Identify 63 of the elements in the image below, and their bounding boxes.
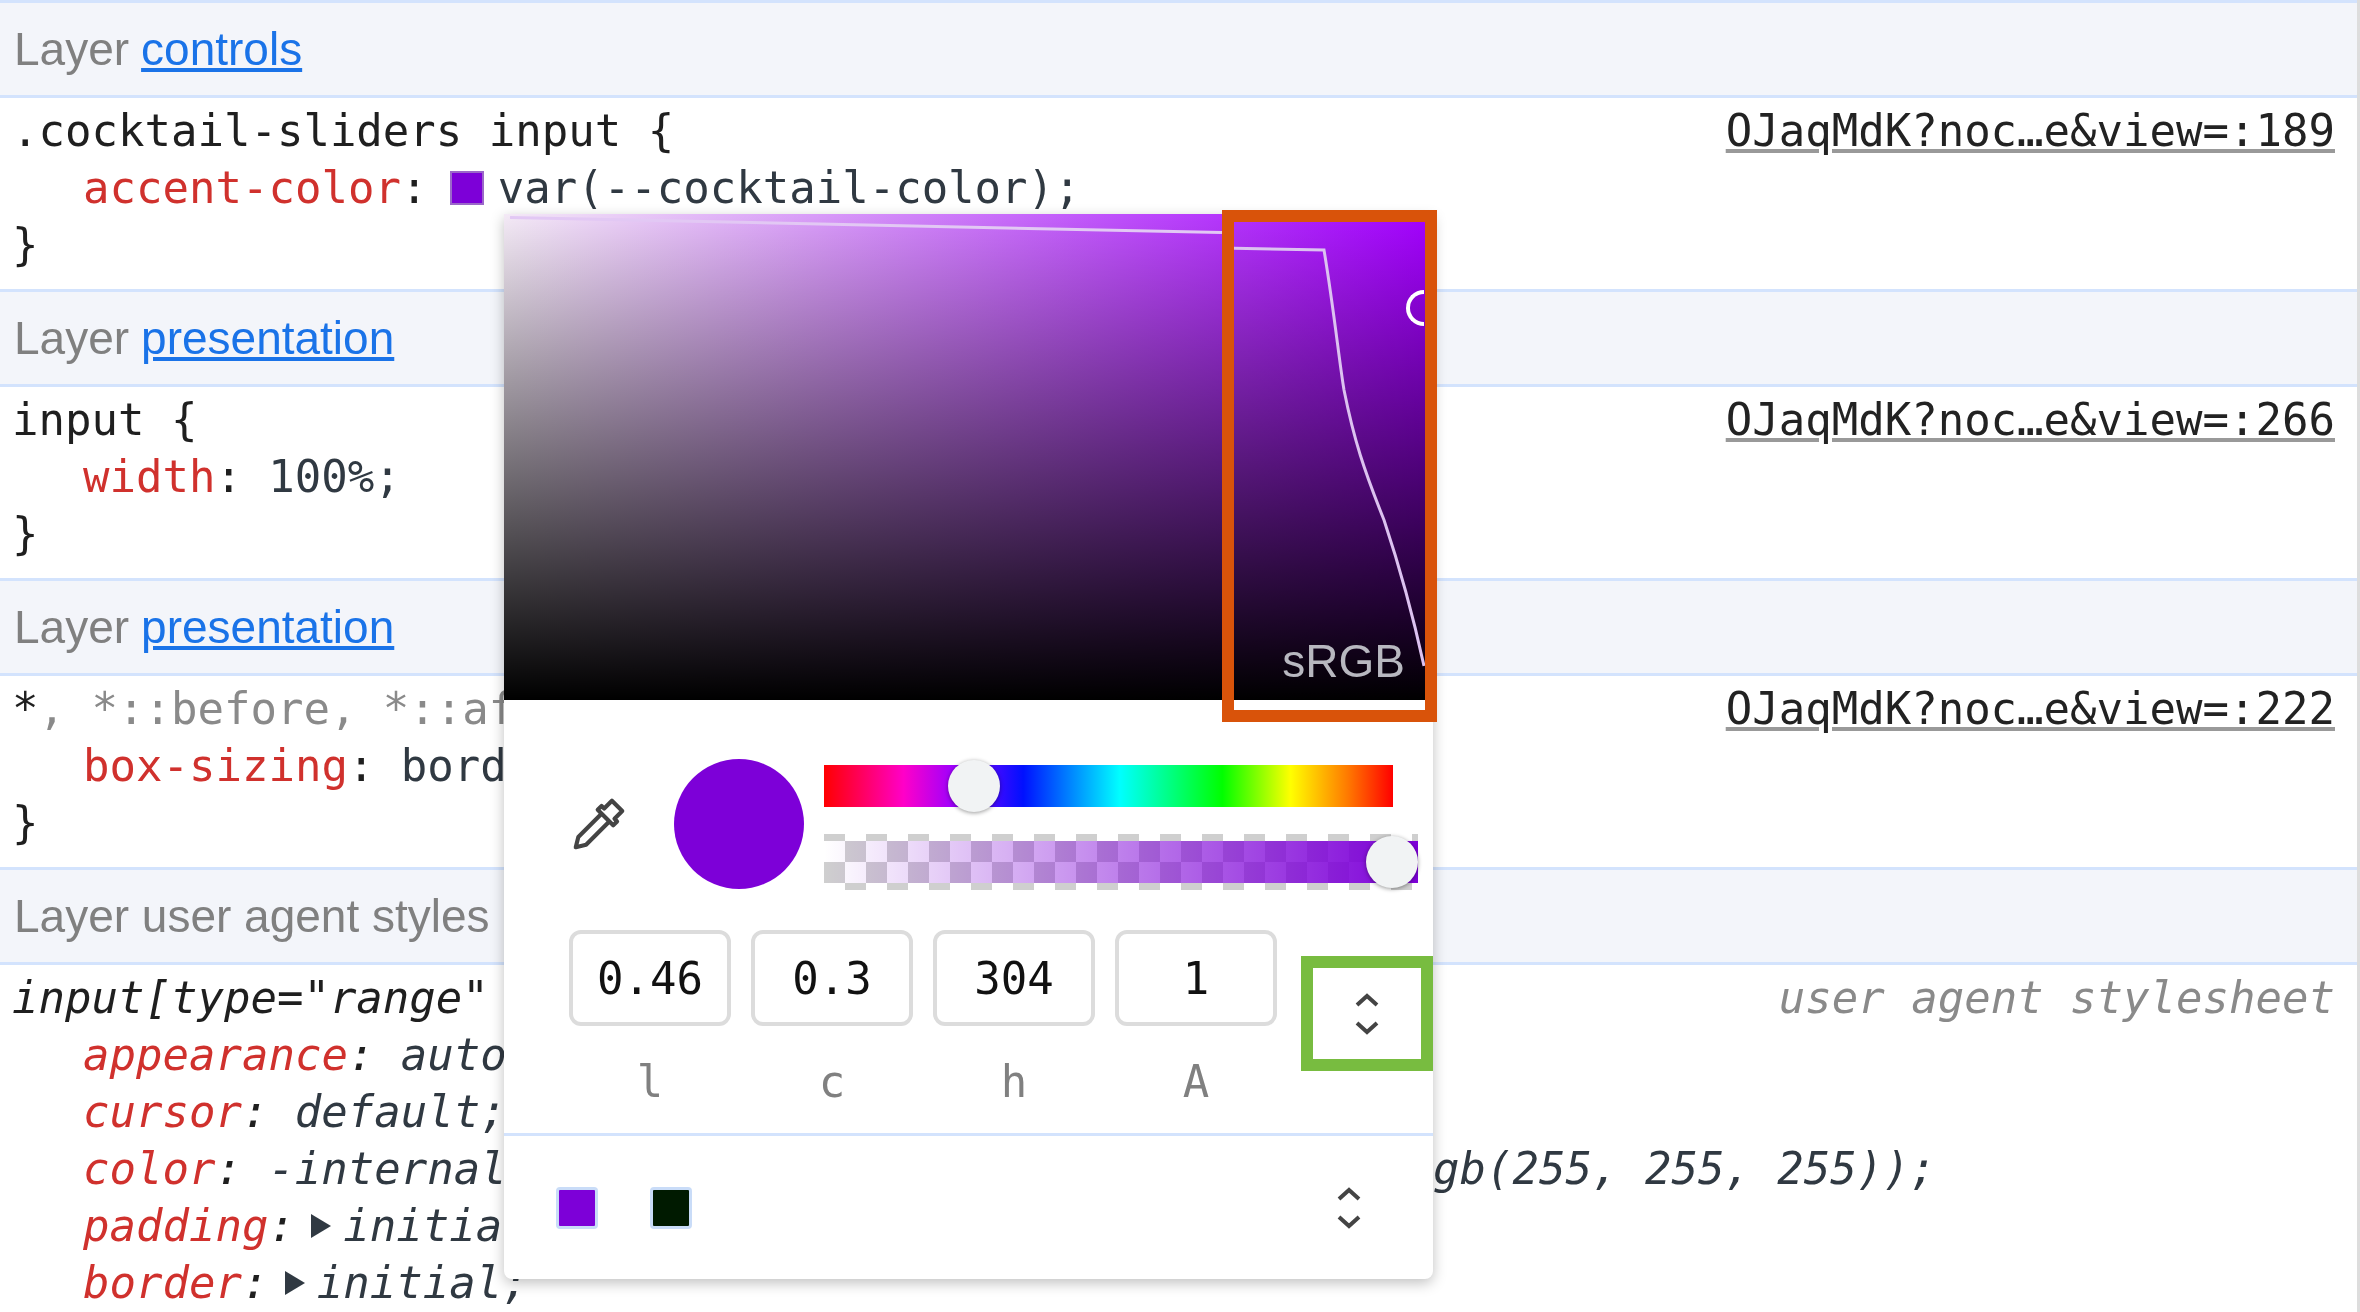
css-selector: .cocktail-sliders input { <box>12 104 675 158</box>
colon: : <box>241 1085 269 1139</box>
field-label: A <box>1182 1056 1210 1107</box>
source-link[interactable]: OJaqMdK?noc…e&view=:222 <box>1725 680 2335 737</box>
layer-label: Layer <box>14 22 130 76</box>
css-property: border <box>83 1256 242 1310</box>
css-property: appearance <box>83 1028 348 1082</box>
css-value: 100%; <box>268 450 401 504</box>
source-link[interactable]: OJaqMdK?noc…e&view=:189 <box>1725 102 2335 159</box>
css-value: default; <box>294 1085 507 1139</box>
alpha-slider-thumb[interactable] <box>1366 836 1418 888</box>
layer-link[interactable]: controls <box>141 22 303 76</box>
colon: : <box>215 450 242 504</box>
color-spectrum[interactable] <box>504 214 1222 700</box>
css-selector: * <box>12 682 39 736</box>
css-value: auto <box>400 1028 507 1082</box>
value-field[interactable]: 304 <box>933 930 1095 1026</box>
css-value: initia <box>343 1199 503 1253</box>
css-value: initial; <box>316 1256 529 1310</box>
source-label: user agent stylesheet <box>1778 971 2335 1025</box>
css-property: width <box>83 450 216 504</box>
palette-swatch[interactable] <box>556 1187 598 1229</box>
closing-brace: } <box>12 796 39 850</box>
source-link[interactable]: OJaqMdK?noc…e&view=:266 <box>1725 391 2335 448</box>
css-value: bord <box>400 739 507 793</box>
layer-label: Layer <box>14 600 130 654</box>
css-property: box-sizing <box>83 739 348 793</box>
css-property: padding <box>83 1199 269 1253</box>
value-field[interactable]: 0.3 <box>751 930 913 1026</box>
layer-link[interactable]: presentation <box>141 600 395 654</box>
css-selector: input { <box>12 393 198 447</box>
field-label: h <box>1000 1056 1028 1107</box>
color-swatch[interactable] <box>449 170 484 205</box>
closing-brace: } <box>12 218 39 272</box>
hue-slider-thumb[interactable] <box>948 760 1001 812</box>
css-value: gb(255, 255, 255)); <box>1433 1142 1937 1196</box>
spectrum-handle[interactable] <box>1406 290 1424 326</box>
field-label: c <box>818 1056 846 1107</box>
value-field[interactable]: 0.46 <box>569 930 731 1026</box>
colon: : <box>215 1142 242 1196</box>
expand-triangle-icon[interactable] <box>282 1268 307 1297</box>
layer-label: Layer <box>14 311 130 365</box>
colon: : <box>347 739 375 793</box>
colon: : <box>268 1199 295 1253</box>
colon: : <box>347 1028 375 1082</box>
css-property: color <box>83 1142 216 1196</box>
value-field[interactable]: 1 <box>1115 930 1277 1026</box>
format-toggle-button[interactable] <box>1301 956 1433 1071</box>
css-property: accent-color <box>83 161 401 215</box>
alpha-slider[interactable] <box>824 834 1418 890</box>
palette-swatch[interactable] <box>650 1187 692 1229</box>
css-selector: input[type="range" <box>12 971 489 1025</box>
gamut-area[interactable]: sRGB <box>1222 210 1437 722</box>
layer-label: Layer user agent styles <box>14 889 490 943</box>
colon: : <box>400 161 428 215</box>
css-value: -internal <box>268 1142 507 1196</box>
closing-brace: } <box>12 507 39 561</box>
css-value: var(--cocktail-color); <box>497 161 1081 215</box>
css-property: cursor <box>83 1085 242 1139</box>
field-label: l <box>636 1056 664 1107</box>
colon: : <box>241 1256 269 1310</box>
gamut-label: sRGB <box>1282 634 1405 688</box>
layer-link[interactable]: presentation <box>141 311 395 365</box>
